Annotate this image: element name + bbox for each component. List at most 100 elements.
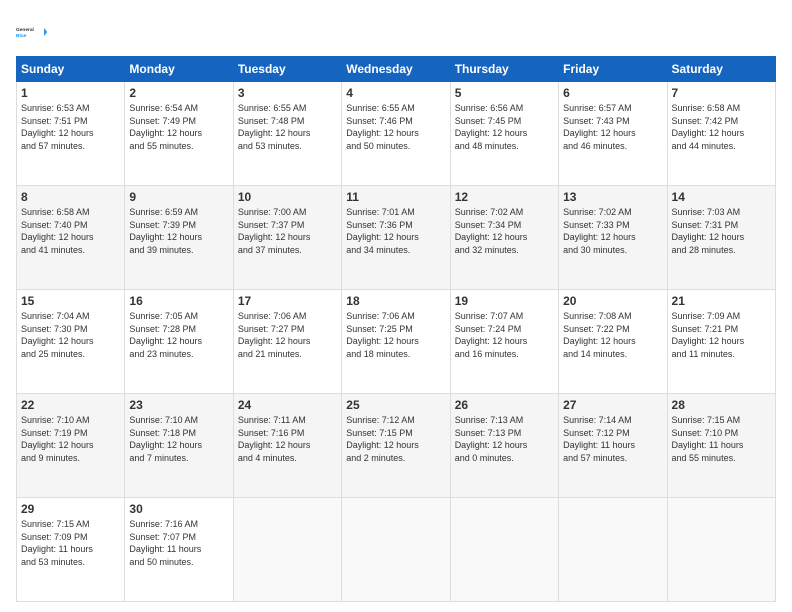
logo: General Blue xyxy=(16,16,48,48)
weekday-header-saturday: Saturday xyxy=(667,57,775,82)
calendar-cell: 15 Sunrise: 7:04 AM Sunset: 7:30 PM Dayli… xyxy=(17,290,125,394)
calendar-cell: 12 Sunrise: 7:02 AM Sunset: 7:34 PM Dayli… xyxy=(450,186,558,290)
day-number: 12 xyxy=(455,190,554,204)
day-info: Sunrise: 7:11 AM Sunset: 7:16 PM Dayligh… xyxy=(238,414,337,464)
day-number: 7 xyxy=(672,86,771,100)
calendar-cell: 14Sunrise: 7:03 AM Sunset: 7:31 PM Dayli… xyxy=(667,186,775,290)
calendar-cell: 10 Sunrise: 7:00 AM Sunset: 7:37 PM Dayli… xyxy=(233,186,341,290)
day-info: Sunrise: 7:01 AM Sunset: 7:36 PM Dayligh… xyxy=(346,206,445,256)
calendar-cell: 26 Sunrise: 7:13 AM Sunset: 7:13 PM Dayli… xyxy=(450,394,558,498)
calendar-cell: 1 Sunrise: 6:53 AM Sunset: 7:51 PM Daylig… xyxy=(17,82,125,186)
logo-icon: General Blue xyxy=(16,16,48,48)
day-info: Sunrise: 7:14 AM Sunset: 7:12 PM Dayligh… xyxy=(563,414,662,464)
day-info: Sunrise: 7:05 AM Sunset: 7:28 PM Dayligh… xyxy=(129,310,228,360)
calendar-cell: 28 Sunrise: 7:15 AM Sunset: 7:10 PM Dayli… xyxy=(667,394,775,498)
day-info: Sunrise: 7:10 AM Sunset: 7:18 PM Dayligh… xyxy=(129,414,228,464)
day-info: Sunrise: 7:02 AM Sunset: 7:33 PM Dayligh… xyxy=(563,206,662,256)
day-number: 10 xyxy=(238,190,337,204)
weekday-header-tuesday: Tuesday xyxy=(233,57,341,82)
calendar-cell: 27 Sunrise: 7:14 AM Sunset: 7:12 PM Dayli… xyxy=(559,394,667,498)
day-number: 3 xyxy=(238,86,337,100)
day-number: 17 xyxy=(238,294,337,308)
day-number: 4 xyxy=(346,86,445,100)
day-number: 21 xyxy=(672,294,771,308)
day-number: 22 xyxy=(21,398,120,412)
calendar-cell: 11 Sunrise: 7:01 AM Sunset: 7:36 PM Dayli… xyxy=(342,186,450,290)
day-number: 1 xyxy=(21,86,120,100)
day-info: Sunrise: 7:00 AM Sunset: 7:37 PM Dayligh… xyxy=(238,206,337,256)
svg-text:General: General xyxy=(16,27,34,33)
calendar-cell: 25 Sunrise: 7:12 AM Sunset: 7:15 PM Dayli… xyxy=(342,394,450,498)
day-info: Sunrise: 7:13 AM Sunset: 7:13 PM Dayligh… xyxy=(455,414,554,464)
calendar-cell: 5 Sunrise: 6:56 AM Sunset: 7:45 PM Daylig… xyxy=(450,82,558,186)
day-number: 20 xyxy=(563,294,662,308)
day-number: 18 xyxy=(346,294,445,308)
calendar-cell xyxy=(342,498,450,602)
calendar-cell: 20 Sunrise: 7:08 AM Sunset: 7:22 PM Dayli… xyxy=(559,290,667,394)
day-info: Sunrise: 7:15 AM Sunset: 7:10 PM Dayligh… xyxy=(672,414,771,464)
day-number: 5 xyxy=(455,86,554,100)
day-info: Sunrise: 7:02 AM Sunset: 7:34 PM Dayligh… xyxy=(455,206,554,256)
weekday-header-sunday: Sunday xyxy=(17,57,125,82)
calendar-cell: 16 Sunrise: 7:05 AM Sunset: 7:28 PM Dayli… xyxy=(125,290,233,394)
svg-text:Blue: Blue xyxy=(16,33,27,39)
day-info: Sunrise: 6:56 AM Sunset: 7:45 PM Dayligh… xyxy=(455,102,554,152)
day-number: 23 xyxy=(129,398,228,412)
calendar-cell: 22 Sunrise: 7:10 AM Sunset: 7:19 PM Dayli… xyxy=(17,394,125,498)
day-number: 13 xyxy=(563,190,662,204)
calendar-cell: 29 Sunrise: 7:15 AM Sunset: 7:09 PM Dayli… xyxy=(17,498,125,602)
day-number: 11 xyxy=(346,190,445,204)
day-number: 8 xyxy=(21,190,120,204)
day-number: 26 xyxy=(455,398,554,412)
calendar-cell: 2 Sunrise: 6:54 AM Sunset: 7:49 PM Daylig… xyxy=(125,82,233,186)
weekday-header-friday: Friday xyxy=(559,57,667,82)
calendar-cell xyxy=(667,498,775,602)
day-number: 16 xyxy=(129,294,228,308)
weekday-header-monday: Monday xyxy=(125,57,233,82)
calendar-cell: 18 Sunrise: 7:06 AM Sunset: 7:25 PM Dayli… xyxy=(342,290,450,394)
day-info: Sunrise: 6:57 AM Sunset: 7:43 PM Dayligh… xyxy=(563,102,662,152)
calendar-cell: 23 Sunrise: 7:10 AM Sunset: 7:18 PM Dayli… xyxy=(125,394,233,498)
day-number: 9 xyxy=(129,190,228,204)
day-info: Sunrise: 7:09 AM Sunset: 7:21 PM Dayligh… xyxy=(672,310,771,360)
day-info: Sunrise: 7:15 AM Sunset: 7:09 PM Dayligh… xyxy=(21,518,120,568)
weekday-header-thursday: Thursday xyxy=(450,57,558,82)
calendar-table: SundayMondayTuesdayWednesdayThursdayFrid… xyxy=(16,56,776,602)
calendar-cell: 13 Sunrise: 7:02 AM Sunset: 7:33 PM Dayli… xyxy=(559,186,667,290)
day-info: Sunrise: 6:54 AM Sunset: 7:49 PM Dayligh… xyxy=(129,102,228,152)
day-info: Sunrise: 7:08 AM Sunset: 7:22 PM Dayligh… xyxy=(563,310,662,360)
day-info: Sunrise: 7:03 AM Sunset: 7:31 PM Dayligh… xyxy=(672,206,771,256)
day-number: 19 xyxy=(455,294,554,308)
day-number: 27 xyxy=(563,398,662,412)
day-info: Sunrise: 7:10 AM Sunset: 7:19 PM Dayligh… xyxy=(21,414,120,464)
day-info: Sunrise: 6:58 AM Sunset: 7:40 PM Dayligh… xyxy=(21,206,120,256)
calendar-cell: 4 Sunrise: 6:55 AM Sunset: 7:46 PM Daylig… xyxy=(342,82,450,186)
day-info: Sunrise: 7:06 AM Sunset: 7:27 PM Dayligh… xyxy=(238,310,337,360)
calendar-cell: 3Sunrise: 6:55 AM Sunset: 7:48 PM Daylig… xyxy=(233,82,341,186)
day-number: 28 xyxy=(672,398,771,412)
day-info: Sunrise: 6:58 AM Sunset: 7:42 PM Dayligh… xyxy=(672,102,771,152)
calendar-cell: 21 Sunrise: 7:09 AM Sunset: 7:21 PM Dayli… xyxy=(667,290,775,394)
day-info: Sunrise: 7:12 AM Sunset: 7:15 PM Dayligh… xyxy=(346,414,445,464)
calendar-cell: 6 Sunrise: 6:57 AM Sunset: 7:43 PM Daylig… xyxy=(559,82,667,186)
day-number: 2 xyxy=(129,86,228,100)
calendar-cell: 9 Sunrise: 6:59 AM Sunset: 7:39 PM Daylig… xyxy=(125,186,233,290)
day-number: 29 xyxy=(21,502,120,516)
calendar-cell: 19Sunrise: 7:07 AM Sunset: 7:24 PM Dayli… xyxy=(450,290,558,394)
day-info: Sunrise: 7:16 AM Sunset: 7:07 PM Dayligh… xyxy=(129,518,228,568)
day-info: Sunrise: 6:55 AM Sunset: 7:46 PM Dayligh… xyxy=(346,102,445,152)
day-number: 6 xyxy=(563,86,662,100)
day-info: Sunrise: 7:06 AM Sunset: 7:25 PM Dayligh… xyxy=(346,310,445,360)
day-info: Sunrise: 6:53 AM Sunset: 7:51 PM Dayligh… xyxy=(21,102,120,152)
calendar-cell: 30Sunrise: 7:16 AM Sunset: 7:07 PM Dayli… xyxy=(125,498,233,602)
calendar-cell: 17 Sunrise: 7:06 AM Sunset: 7:27 PM Dayli… xyxy=(233,290,341,394)
calendar-cell: 7 Sunrise: 6:58 AM Sunset: 7:42 PM Daylig… xyxy=(667,82,775,186)
day-info: Sunrise: 6:59 AM Sunset: 7:39 PM Dayligh… xyxy=(129,206,228,256)
day-number: 15 xyxy=(21,294,120,308)
calendar-cell: 24 Sunrise: 7:11 AM Sunset: 7:16 PM Dayli… xyxy=(233,394,341,498)
day-number: 24 xyxy=(238,398,337,412)
day-number: 25 xyxy=(346,398,445,412)
weekday-header-wednesday: Wednesday xyxy=(342,57,450,82)
day-info: Sunrise: 7:04 AM Sunset: 7:30 PM Dayligh… xyxy=(21,310,120,360)
calendar-cell xyxy=(559,498,667,602)
